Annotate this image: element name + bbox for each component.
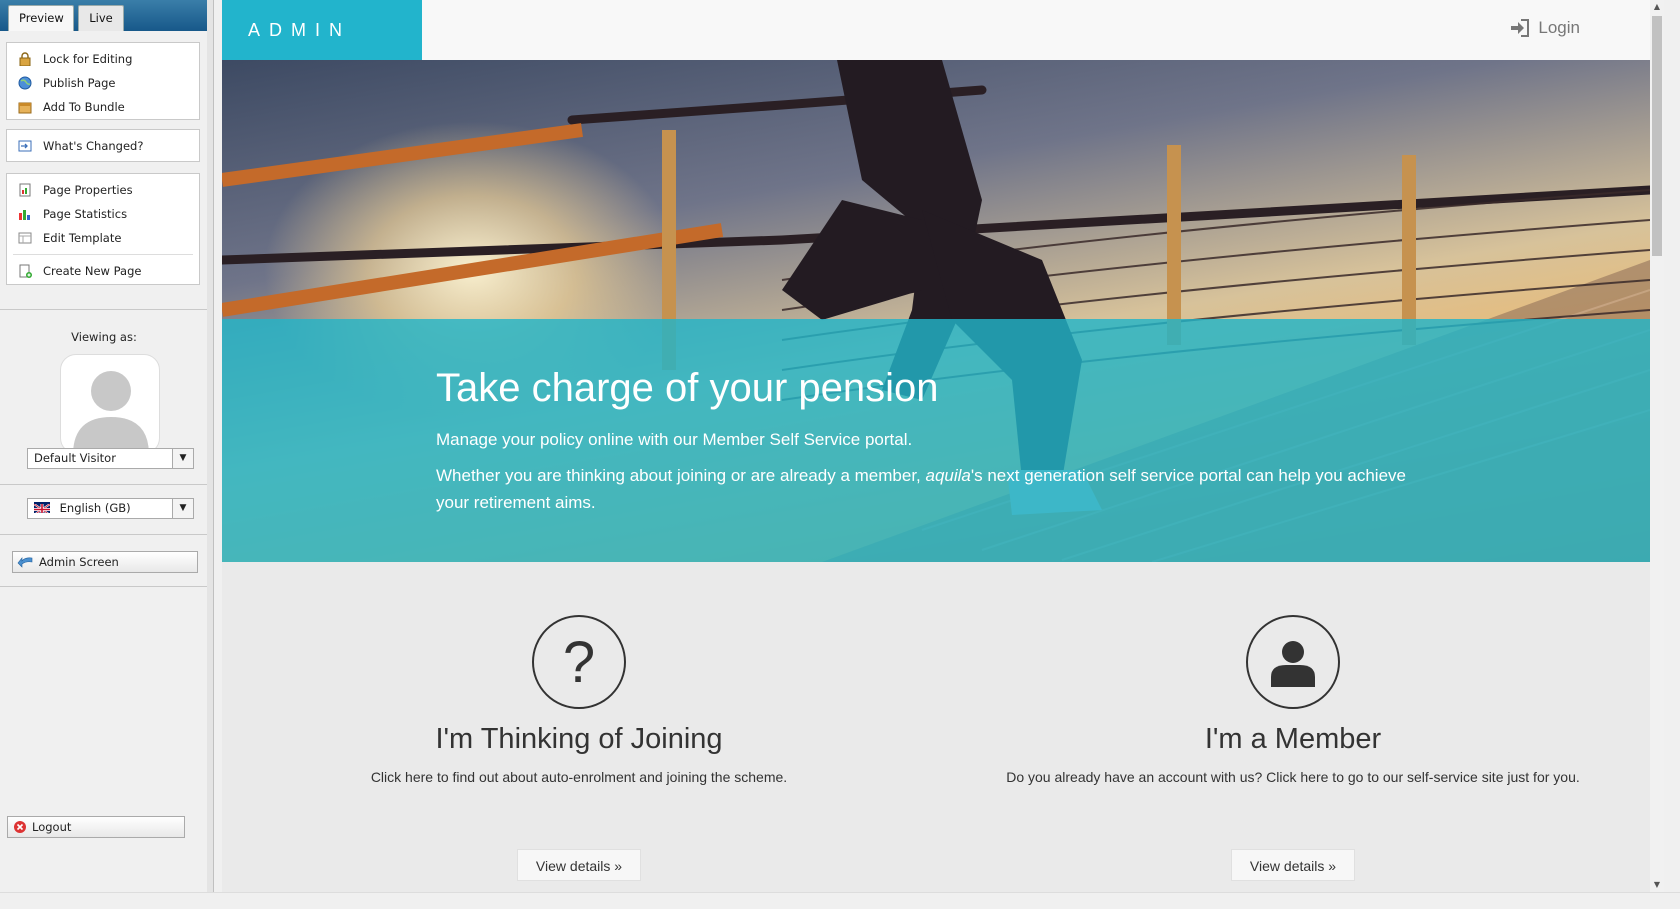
divider bbox=[0, 309, 208, 310]
lock-for-editing-item[interactable]: Lock for Editing bbox=[7, 47, 199, 71]
visitor-select[interactable]: Default Visitor ▼ bbox=[27, 448, 194, 469]
publish-page-item[interactable]: Publish Page bbox=[7, 71, 199, 95]
vertical-scrollbar[interactable]: ▲ ▼ bbox=[1650, 0, 1664, 892]
divider bbox=[0, 484, 208, 485]
new-page-icon bbox=[17, 263, 33, 279]
create-new-page-label: Create New Page bbox=[43, 264, 142, 278]
brand-name-italic: aquila bbox=[925, 466, 971, 485]
login-label: Login bbox=[1538, 18, 1580, 37]
site-preview: ADMIN Login Take charge of your pension … bbox=[222, 0, 1650, 892]
page-statistics-item[interactable]: Page Statistics bbox=[7, 202, 199, 226]
language-select[interactable]: English (GB) ▼ bbox=[27, 498, 194, 519]
scroll-down-icon[interactable]: ▼ bbox=[1650, 878, 1664, 892]
hero-banner: Take charge of your pension Manage your … bbox=[222, 60, 1650, 562]
joining-view-details-button[interactable]: View details » bbox=[517, 849, 641, 881]
user-silhouette-icon bbox=[73, 371, 149, 453]
user-icon[interactable] bbox=[1246, 615, 1340, 709]
back-arrow-icon bbox=[17, 554, 33, 570]
cms-actions-box: Lock for Editing Publish Page Add To Bun… bbox=[6, 42, 200, 120]
language-select-value: English (GB) bbox=[59, 501, 131, 515]
member-column: I'm a Member Do you already have an acco… bbox=[936, 615, 1650, 881]
scrollbar-thumb[interactable] bbox=[1652, 16, 1662, 256]
question-icon[interactable]: ? bbox=[532, 615, 626, 709]
properties-icon bbox=[17, 182, 33, 198]
member-text: Do you already have an account with us? … bbox=[1006, 769, 1580, 785]
joining-text: Click here to find out about auto-enrolm… bbox=[370, 769, 788, 785]
add-to-bundle-item[interactable]: Add To Bundle bbox=[7, 95, 199, 119]
globe-icon bbox=[17, 75, 33, 91]
member-view-details-button[interactable]: View details » bbox=[1231, 849, 1355, 881]
edit-template-label: Edit Template bbox=[43, 231, 122, 245]
uk-flag-icon bbox=[34, 502, 50, 513]
whats-changed-label: What's Changed? bbox=[43, 139, 144, 153]
template-icon bbox=[17, 230, 33, 246]
hero-body-start: Whether you are thinking about joining o… bbox=[436, 466, 926, 485]
create-new-page-item[interactable]: Create New Page bbox=[7, 259, 199, 283]
member-title[interactable]: I'm a Member bbox=[936, 723, 1650, 756]
scroll-up-icon[interactable]: ▲ bbox=[1650, 0, 1664, 14]
compare-icon bbox=[17, 138, 33, 154]
page-properties-label: Page Properties bbox=[43, 183, 133, 197]
window-bottom-edge bbox=[0, 892, 1680, 909]
logout-button[interactable]: Logout bbox=[7, 816, 185, 838]
hero-title: Take charge of your pension bbox=[436, 366, 939, 410]
page-properties-item[interactable]: Page Properties bbox=[7, 178, 199, 202]
page-statistics-label: Page Statistics bbox=[43, 207, 128, 221]
tab-preview[interactable]: Preview bbox=[8, 5, 74, 31]
page-tools-box: Page Properties Page Statistics Edit Tem… bbox=[6, 173, 200, 285]
publish-page-label: Publish Page bbox=[43, 76, 116, 90]
viewing-as-label: Viewing as: bbox=[71, 330, 137, 344]
admin-screen-label: Admin Screen bbox=[39, 555, 119, 569]
add-to-bundle-label: Add To Bundle bbox=[43, 100, 125, 114]
logout-label: Logout bbox=[32, 820, 72, 834]
statistics-icon bbox=[17, 206, 33, 222]
joining-title[interactable]: I'm Thinking of Joining bbox=[222, 723, 936, 756]
dropdown-arrow-icon[interactable]: ▼ bbox=[172, 499, 193, 518]
whats-changed-item[interactable]: What's Changed? bbox=[7, 134, 199, 158]
edit-template-item[interactable]: Edit Template bbox=[7, 226, 199, 250]
divider bbox=[13, 254, 193, 255]
visitor-select-value: Default Visitor bbox=[34, 451, 116, 465]
top-navbar: ADMIN Login bbox=[222, 0, 1650, 60]
divider bbox=[0, 534, 208, 535]
hero-body: Whether you are thinking about joining o… bbox=[436, 462, 1436, 516]
cms-panel: Preview Live Lock for Editing Publish Pa… bbox=[0, 0, 214, 909]
brand-logo[interactable]: ADMIN bbox=[222, 0, 422, 60]
login-link[interactable]: Login bbox=[1510, 18, 1580, 38]
hero-subtitle: Manage your policy online with our Membe… bbox=[436, 430, 913, 449]
visitor-avatar bbox=[60, 354, 160, 454]
close-circle-icon bbox=[12, 819, 28, 835]
joining-column: ? I'm Thinking of Joining Click here to … bbox=[222, 615, 936, 881]
lock-icon bbox=[17, 51, 33, 67]
dropdown-arrow-icon[interactable]: ▼ bbox=[172, 449, 193, 468]
tab-live[interactable]: Live bbox=[78, 5, 124, 31]
whats-changed-box: What's Changed? bbox=[6, 129, 200, 162]
cms-tab-bar: Preview Live bbox=[0, 0, 207, 31]
lock-for-editing-label: Lock for Editing bbox=[43, 52, 133, 66]
bundle-icon bbox=[17, 99, 33, 115]
sign-in-icon bbox=[1511, 19, 1530, 37]
divider bbox=[0, 586, 208, 587]
svg-text:?: ? bbox=[563, 634, 595, 690]
admin-screen-button[interactable]: Admin Screen bbox=[12, 551, 198, 573]
